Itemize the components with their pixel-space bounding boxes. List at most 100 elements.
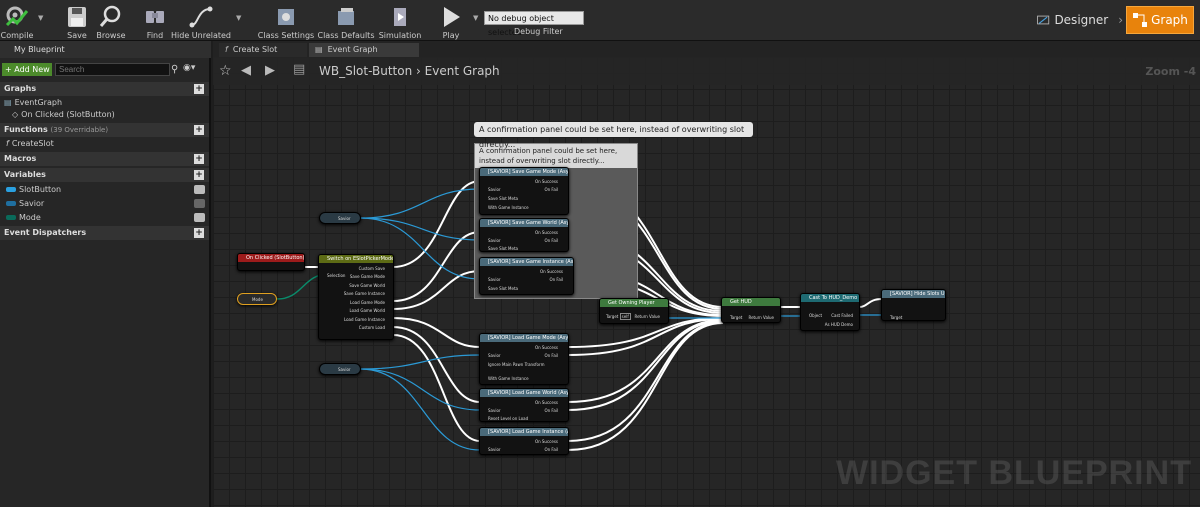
eye-icon[interactable] xyxy=(194,199,205,208)
load-game-mode-node[interactable]: [SAVIOR] Load Game Mode (Async) On Succe… xyxy=(479,333,569,385)
event-dispatchers-section[interactable]: Event Dispatchers + xyxy=(0,226,209,240)
on-success-pin: On Success xyxy=(534,439,558,444)
get-owning-player-node[interactable]: Get Owning Player Target self Return Val… xyxy=(599,298,669,324)
functions-section-label: Functions xyxy=(4,125,48,134)
object-pin: Object xyxy=(809,313,823,318)
breadcrumb-graph[interactable]: Event Graph xyxy=(425,64,500,78)
create-slot-label: CreateSlot xyxy=(11,139,54,148)
my-blueprint-tab[interactable]: My Blueprint xyxy=(0,41,211,58)
add-dispatcher-icon[interactable]: + xyxy=(194,228,204,238)
save-slot-meta-pin: Save Slot Meta xyxy=(488,246,518,251)
variables-section[interactable]: Variables + xyxy=(0,168,209,182)
variables-section-label: Variables xyxy=(4,170,46,179)
event-graph-item[interactable]: ▤ EventGraph xyxy=(4,98,62,107)
variable-item[interactable]: Mode xyxy=(6,213,41,222)
back-arrow-icon[interactable]: ◀ xyxy=(241,63,251,78)
as-hud-demo-pin: As HUD Demo xyxy=(824,322,853,327)
hide-unrelated-button[interactable]: Hide Unrelated xyxy=(171,2,231,40)
simulation-button[interactable]: Simulation xyxy=(378,2,422,40)
save-label: Save xyxy=(67,31,87,40)
save-game-instance-node[interactable]: [SAVIOR] Save Game Instance (Async) On S… xyxy=(479,257,574,295)
forward-arrow-icon[interactable]: ▶ xyxy=(265,63,275,78)
macros-section[interactable]: Macros + xyxy=(0,152,209,166)
add-new-button[interactable]: + Add New xyxy=(2,63,52,76)
visibility-eye-icon[interactable]: ◉▾ xyxy=(183,63,195,73)
main-toolbar: Compile ▼ Save Browse Find Hide Unrelate… xyxy=(0,0,1200,41)
on-clicked-event-node[interactable]: On Clicked (SlotButton) xyxy=(237,253,305,271)
add-macro-icon[interactable]: + xyxy=(194,154,204,164)
savior-pin: Savior xyxy=(488,187,501,192)
class-defaults-button[interactable]: Class Defaults xyxy=(318,2,375,40)
with-game-instance-pin: With Game Instance xyxy=(488,205,529,210)
variable-item[interactable]: SlotButton xyxy=(6,185,61,194)
mode-variable-node[interactable]: Mode xyxy=(237,293,277,305)
play-label: Play xyxy=(442,31,460,40)
node-title: [SAVIOR] Load Game Instance (Async) xyxy=(480,428,568,436)
my-blueprint-panel: My Blueprint + Add New ⚲ ◉▾ Graphs+ ▤Eve… xyxy=(0,41,211,507)
reset-level-pin: Reset Level on Load xyxy=(488,416,529,421)
node-title: Get HUD xyxy=(722,298,780,306)
breadcrumb-asset[interactable]: WB_Slot-Button xyxy=(319,64,412,78)
get-hud-node[interactable]: Get HUD Target Return Value xyxy=(721,297,781,323)
add-function-icon[interactable]: + xyxy=(194,125,204,135)
create-slot-item[interactable]: f CreateSlot xyxy=(6,139,54,148)
play-button[interactable]: Play xyxy=(434,2,468,40)
functions-section[interactable]: Functions (39 Overridable) + xyxy=(0,123,209,137)
debug-object-select[interactable]: No debug object selected ▾ xyxy=(484,11,584,37)
class-settings-icon xyxy=(278,9,294,25)
add-graph-icon[interactable]: + xyxy=(194,84,204,94)
graphs-section[interactable]: Graphs + xyxy=(0,82,209,96)
tab-create-slot[interactable]: f Create Slot xyxy=(219,43,307,57)
eye-icon[interactable] xyxy=(194,213,205,222)
find-icon xyxy=(146,11,164,23)
object-variable-icon xyxy=(6,187,16,192)
designer-mode-button[interactable]: Designer › xyxy=(1037,7,1123,33)
hide-unrelated-dropdown-icon[interactable]: ▼ xyxy=(236,14,241,22)
compile-button[interactable]: Compile xyxy=(1,2,33,40)
play-dropdown-icon[interactable]: ▼ xyxy=(473,14,478,22)
savior-pin: Savior xyxy=(488,277,501,282)
event-graph-canvas[interactable]: A confirmation panel could be set here, … xyxy=(213,57,1200,507)
load-game-world-node[interactable]: [SAVIOR] Load Game World (Async) On Succ… xyxy=(479,388,569,422)
class-settings-button[interactable]: Class Settings xyxy=(258,2,314,40)
hide-slots-ui-node[interactable]: [SAVIOR] Hide Slots UI Target xyxy=(881,289,946,321)
mode-separator-icon: › xyxy=(1118,13,1123,27)
browse-label: Browse xyxy=(96,31,126,40)
savior-variable-node[interactable]: Savior xyxy=(319,363,361,375)
tab-event-graph[interactable]: ▤ Event Graph xyxy=(309,43,419,57)
switch-pin: Custom Load xyxy=(358,325,385,330)
target-pin: Target self xyxy=(606,313,631,320)
variable-label: Mode xyxy=(19,213,41,222)
browse-button[interactable]: Browse xyxy=(94,2,128,40)
simulation-label: Simulation xyxy=(378,31,422,40)
node-title: Switch on ESlotPickerMode xyxy=(319,255,393,263)
favorite-star-icon[interactable]: ☆ xyxy=(219,63,232,79)
node-title: Get Owning Player xyxy=(600,299,668,307)
eye-icon[interactable] xyxy=(194,185,205,194)
save-game-mode-node[interactable]: [SAVIOR] Save Game Mode (Async) On Succe… xyxy=(479,167,569,215)
on-fail-pin: On Fail xyxy=(549,277,563,282)
search-icon[interactable]: ⚲ xyxy=(171,64,178,75)
load-game-instance-node[interactable]: [SAVIOR] Load Game Instance (Async) On S… xyxy=(479,427,569,455)
variable-item[interactable]: Savior xyxy=(6,199,44,208)
on-clicked-item[interactable]: ◇ On Clicked (SlotButton) xyxy=(12,110,115,119)
graph-mode-button[interactable]: Graph xyxy=(1126,6,1194,34)
return-value-pin: Return Value xyxy=(634,314,660,319)
save-game-world-node[interactable]: [SAVIOR] Save Game World (Async) On Succ… xyxy=(479,218,569,252)
simulation-icon xyxy=(394,8,406,26)
save-button[interactable]: Save xyxy=(62,2,92,40)
find-button[interactable]: Find xyxy=(140,2,170,40)
add-variable-icon[interactable]: + xyxy=(194,170,204,180)
on-success-pin: On Success xyxy=(539,269,563,274)
node-title: On Clicked (SlotButton) xyxy=(238,254,304,262)
functions-count: (39 Overridable) xyxy=(50,126,109,134)
blueprint-search-input[interactable] xyxy=(55,63,170,76)
on-fail-pin: On Fail xyxy=(544,408,558,413)
my-blueprint-tab-label: My Blueprint xyxy=(14,45,65,54)
tab-label: Event Graph xyxy=(327,45,378,54)
compile-icon xyxy=(5,6,29,27)
cast-to-hud-demo-node[interactable]: Cast To HUD_Demo Object Cast Failed As H… xyxy=(800,293,860,331)
savior-variable-node[interactable]: Savior xyxy=(319,212,361,224)
switch-node[interactable]: Switch on ESlotPickerMode Selection Cust… xyxy=(318,254,394,340)
compile-dropdown-icon[interactable]: ▼ xyxy=(38,14,43,22)
